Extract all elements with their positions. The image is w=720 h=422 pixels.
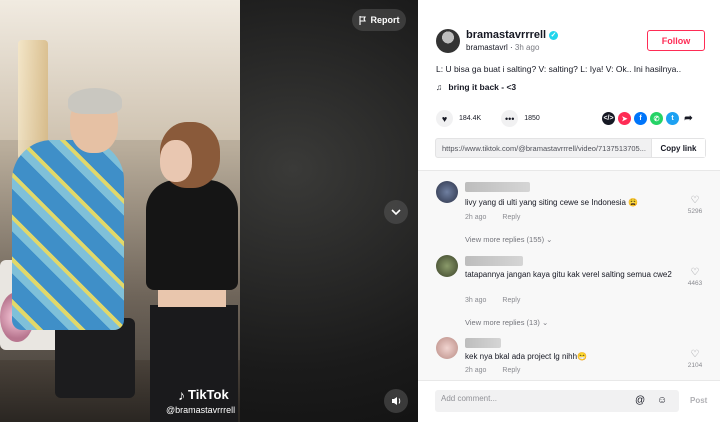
reply-button[interactable]: Reply — [502, 214, 520, 221]
chevron-down-icon: ⌄ — [546, 235, 553, 244]
commenter-username-redacted[interactable] — [465, 338, 501, 348]
video-man-pants — [55, 318, 135, 398]
heart-outline-icon[interactable]: ♡ — [684, 195, 706, 206]
author-nickname: bramastavrl — [466, 43, 508, 52]
like-button[interactable]: ♥ — [436, 110, 453, 127]
copy-link-button[interactable]: Copy link — [651, 139, 705, 157]
video-man-shirt — [12, 140, 124, 330]
video-player[interactable]: ♪ TikTok @bramastavrrrell Report — [0, 0, 418, 422]
comment-like-count: 4463 — [687, 280, 703, 287]
heart-outline-icon[interactable]: ♡ — [684, 267, 706, 278]
like-count: 184.4K — [459, 115, 482, 122]
send-icon[interactable]: ➤ — [618, 112, 631, 125]
mute-button[interactable] — [384, 389, 408, 413]
reply-button[interactable]: Reply — [502, 367, 520, 374]
view-replies-button[interactable]: View more replies (13) ⌄ — [465, 318, 548, 327]
report-label: Report — [370, 15, 400, 25]
share-row: </> ➤ f ✆ t ➦ — [602, 112, 695, 125]
engagement-stats: ♥ 184.4K ••• 1850 — [436, 110, 540, 127]
commenter-avatar[interactable] — [436, 255, 458, 277]
reply-button[interactable]: Reply — [502, 297, 520, 304]
comment-like[interactable]: ♡ 4463 — [684, 267, 706, 287]
next-video-button[interactable] — [384, 200, 408, 224]
post-button[interactable]: Post — [690, 396, 707, 405]
view-replies-button[interactable]: View more replies (155) ⌄ — [465, 235, 552, 244]
flag-icon — [358, 15, 366, 25]
comment-count: 1850 — [524, 115, 540, 122]
emoji-icon[interactable]: ☺ — [657, 395, 667, 406]
comment-meta: 3h ago Reply — [465, 297, 520, 304]
watermark-handle: @bramastavrrrell — [166, 405, 236, 415]
heart-icon: ♥ — [441, 113, 448, 124]
twitter-icon[interactable]: t — [666, 112, 679, 125]
view-replies-label[interactable]: View more replies (155) — [465, 235, 544, 244]
comment-meta: 2h ago Reply — [465, 214, 520, 221]
tiktok-watermark: ♪ TikTok — [178, 387, 229, 402]
follow-button[interactable]: Follow — [647, 30, 705, 51]
comment-like[interactable]: ♡ 2104 — [684, 349, 706, 369]
author-username[interactable]: bramastavrrrell — [466, 29, 546, 41]
comment-button[interactable]: ••• — [501, 110, 519, 127]
post-time: 3h ago — [514, 43, 540, 52]
chevron-down-icon — [391, 208, 401, 215]
comment-icon: ••• — [504, 113, 515, 124]
volume-icon — [391, 397, 400, 405]
commenter-avatar[interactable] — [436, 181, 458, 203]
details-panel: bramastavrrrell ✓ bramastavrl · 3h ago F… — [418, 0, 720, 422]
report-button[interactable]: Report — [352, 9, 406, 31]
share-arrow-icon[interactable]: ➦ — [682, 112, 695, 125]
video-link[interactable]: https://www.tiktok.com/@bramastavrrrell/… — [436, 139, 651, 157]
author-username-row[interactable]: bramastavrrrell ✓ — [466, 29, 559, 41]
chevron-down-icon: ⌄ — [541, 318, 549, 327]
video-caption: L: U bisa ga buat i salting? V: salting?… — [436, 64, 682, 74]
video-woman-face — [160, 140, 192, 182]
comment-time: 2h ago — [465, 214, 487, 221]
comment-text: livy yang di ulti yang siting cewe se In… — [465, 198, 639, 207]
comment-like-count: 5296 — [687, 208, 703, 215]
commenter-avatar[interactable] — [436, 337, 458, 359]
facebook-icon[interactable]: f — [634, 112, 647, 125]
author-subline: bramastavrl · 3h ago — [466, 43, 540, 52]
comment-like-count: 2104 — [687, 362, 703, 369]
music-note-icon: ♫ — [436, 82, 443, 92]
comment-time: 3h ago — [465, 297, 487, 304]
video-frame[interactable]: ♪ TikTok @bramastavrrrell — [0, 0, 240, 422]
comment-meta: 2h ago Reply — [465, 367, 520, 374]
comment-list[interactable]: livy yang di ulti yang siting cewe se In… — [418, 170, 720, 380]
comment-text: kek nya bkal ada project lg nihh😁 — [465, 352, 588, 361]
whatsapp-icon[interactable]: ✆ — [650, 112, 663, 125]
comment-like[interactable]: ♡ 5296 — [684, 195, 706, 215]
commenter-username-redacted[interactable] — [465, 182, 530, 192]
author-avatar[interactable] — [436, 29, 460, 53]
video-woman-top — [146, 180, 238, 290]
tiktok-logo-icon: ♪ — [178, 386, 185, 403]
mention-icon[interactable]: @ — [635, 395, 645, 406]
video-man-hair — [68, 88, 122, 114]
music-link[interactable]: ♫ bring it back - <3 — [436, 82, 516, 92]
comment-text: tatapannya jangan kaya gitu kak verel sa… — [465, 270, 672, 279]
add-comment-bar: @ ☺ Post — [418, 380, 720, 422]
commenter-username-redacted[interactable] — [465, 256, 523, 266]
comment-input[interactable] — [441, 394, 621, 403]
copy-link-box: https://www.tiktok.com/@bramastavrrrell/… — [435, 138, 706, 158]
comment-input-wrapper[interactable]: @ ☺ — [435, 390, 679, 412]
watermark-logo-text: TikTok — [188, 387, 229, 402]
comment-time: 2h ago — [465, 367, 487, 374]
view-replies-label[interactable]: View more replies (13) — [465, 318, 540, 327]
music-title[interactable]: bring it back - <3 — [448, 82, 516, 92]
verified-badge-icon: ✓ — [549, 30, 559, 40]
heart-outline-icon[interactable]: ♡ — [684, 349, 706, 360]
embed-icon[interactable]: </> — [602, 112, 615, 125]
